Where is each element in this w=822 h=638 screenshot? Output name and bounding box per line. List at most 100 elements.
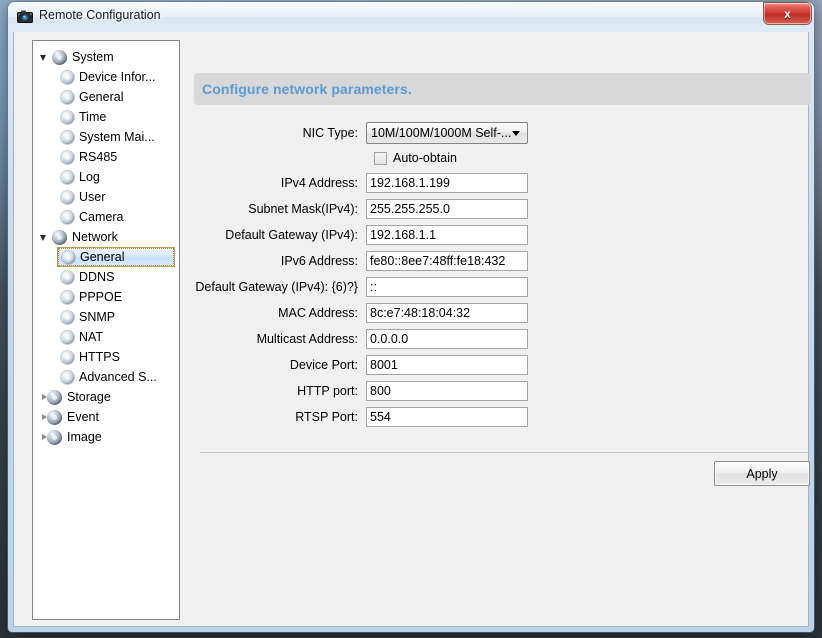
field-row-mac-address: MAC Address: 8c:e7:48:18:04:32 — [194, 300, 811, 326]
sphere-icon — [52, 49, 67, 65]
field-row-rtsp-port: RTSP Port: 554 — [194, 404, 811, 430]
chevron-down-icon — [512, 130, 520, 136]
gear-small-icon — [61, 370, 74, 384]
apply-button[interactable]: Apply — [714, 461, 810, 486]
page-title: Configure network parameters. — [202, 81, 412, 97]
sidebar-item-general[interactable]: General — [33, 87, 179, 107]
expander-open-icon[interactable] — [39, 51, 51, 63]
field-label-ipv6-address: IPv6 Address: — [280, 254, 358, 268]
sidebar-item-label: Log — [79, 169, 100, 184]
sidebar-item-pppoe[interactable]: PPPOE — [33, 287, 179, 307]
field-label-default-gateway-ipv4: Default Gateway (IPv4): — [225, 228, 358, 242]
sidebar-item-time[interactable]: Time — [33, 107, 179, 127]
field-input-ipv6-address[interactable]: fe80::8ee7:48ff:fe18:432 — [366, 251, 528, 271]
sphere-icon — [52, 229, 67, 245]
field-input-rtsp-port[interactable]: 554 — [366, 407, 528, 427]
auto-obtain-row: Auto-obtain — [194, 146, 811, 170]
gear-small-icon — [62, 250, 75, 264]
field-input-device-port[interactable]: 8001 — [366, 355, 528, 375]
field-label-ipv4-address: IPv4 Address: — [280, 176, 358, 190]
field-input-mac-address[interactable]: 8c:e7:48:18:04:32 — [366, 303, 528, 323]
sidebar-item-user[interactable]: User — [33, 187, 179, 207]
sidebar-item-log[interactable]: Log — [33, 167, 179, 187]
gear-small-icon — [61, 350, 74, 364]
field-input-multicast-address[interactable]: 0.0.0.0 — [366, 329, 528, 349]
field-row-default-gateway-ipv4-6: Default Gateway (IPv4): {6)?}:: — [194, 274, 811, 300]
field-list: IPv4 Address: 192.168.1.199 Subnet Mask(IP… — [194, 170, 811, 430]
sidebar-item-camera[interactable]: Camera — [33, 207, 179, 227]
sidebar-item-label: NAT — [79, 329, 104, 344]
sidebar-item-label: Event — [67, 409, 99, 424]
navigation-tree[interactable]: System Device Infor... General Time System M… — [32, 40, 180, 620]
gear-small-icon — [61, 70, 74, 84]
gear-small-icon — [61, 130, 74, 144]
field-input-ipv4-address[interactable]: 192.168.1.199 — [366, 173, 528, 193]
field-label-multicast-address: Multicast Address: — [256, 332, 358, 346]
sidebar-item-label: DDNS — [79, 269, 115, 284]
sidebar-item-label: General — [80, 249, 125, 264]
sidebar-item-label: PPPOE — [79, 289, 123, 304]
field-label-device-port: Device Port: — [289, 358, 358, 372]
sidebar-item-label: Camera — [79, 209, 124, 224]
field-row-ipv6-address: IPv6 Address: fe80::8ee7:48ff:fe18:432 — [194, 248, 811, 274]
sidebar-item-nat[interactable]: NAT — [33, 327, 179, 347]
sidebar-item-label: General — [79, 89, 124, 104]
sidebar-item-label: Time — [79, 109, 107, 124]
sidebar-item-device-infor[interactable]: Device Infor... — [33, 67, 179, 87]
gear-small-icon — [61, 110, 74, 124]
field-row-http-port: HTTP port: 800 — [194, 378, 811, 404]
sidebar-item-ddns[interactable]: DDNS — [33, 267, 179, 287]
field-input-default-gateway-ipv4[interactable]: 192.168.1.1 — [366, 225, 528, 245]
field-label-default-gateway-ipv4-6: Default Gateway (IPv4): {6)?} — [195, 280, 358, 294]
sidebar-item-label: HTTPS — [79, 349, 120, 364]
network-settings-form: NIC Type: 10M/100M/1000M Self-... Auto-o… — [194, 120, 811, 430]
sidebar-item-label: Network — [72, 229, 118, 244]
field-input-subnet-mask-ipv4[interactable]: 255.255.255.0 — [366, 199, 528, 219]
sidebar-item-network[interactable]: Network — [33, 227, 179, 247]
field-row-device-port: Device Port: 8001 — [194, 352, 811, 378]
gear-small-icon — [61, 170, 74, 184]
sphere-icon — [47, 409, 62, 425]
sidebar-item-label: RS485 — [79, 149, 118, 164]
field-row-default-gateway-ipv4: Default Gateway (IPv4): 192.168.1.1 — [194, 222, 811, 248]
sidebar-item-event[interactable]: Event — [33, 407, 179, 427]
sidebar-item-advanced-s[interactable]: Advanced S... — [33, 367, 179, 387]
sphere-icon — [47, 389, 62, 405]
sidebar-item-snmp[interactable]: SNMP — [33, 307, 179, 327]
sidebar-item-label: System Mai... — [79, 129, 155, 144]
desktop-background: Remote Configuration x System Device Info… — [0, 0, 822, 638]
nic-type-row: NIC Type: 10M/100M/1000M Self-... — [194, 120, 811, 146]
gear-small-icon — [61, 90, 74, 104]
gear-small-icon — [61, 270, 74, 284]
close-icon: x — [784, 6, 791, 21]
nic-type-select[interactable]: 10M/100M/1000M Self-... — [366, 122, 528, 144]
sidebar-item-general[interactable]: General — [57, 247, 175, 267]
auto-obtain-checkbox[interactable] — [374, 151, 387, 165]
sidebar-item-rs485[interactable]: RS485 — [33, 147, 179, 167]
field-label-subnet-mask-ipv4: Subnet Mask(IPv4): — [248, 202, 358, 216]
camera-icon — [17, 10, 33, 23]
sidebar-item-system-mai[interactable]: System Mai... — [33, 127, 179, 147]
field-input-http-port[interactable]: 800 — [366, 381, 528, 401]
sidebar-item-image[interactable]: Image — [33, 427, 179, 447]
field-label-http-port: HTTP port: — [297, 384, 358, 398]
sidebar-item-https[interactable]: HTTPS — [33, 347, 179, 367]
sphere-icon — [47, 429, 62, 445]
window-client-area: System Device Infor... General Time System M… — [13, 32, 811, 627]
field-input-default-gateway-ipv4-6[interactable]: :: — [366, 277, 528, 297]
section-header: Configure network parameters. — [194, 73, 811, 105]
field-label-rtsp-port: RTSP Port: — [295, 410, 358, 424]
gear-small-icon — [61, 210, 74, 224]
expander-open-icon[interactable] — [39, 231, 51, 243]
nic-type-value: 10M/100M/1000M Self-... — [371, 126, 512, 140]
sidebar-item-system[interactable]: System — [33, 47, 179, 67]
gear-small-icon — [61, 290, 74, 304]
sidebar-item-label: User — [79, 189, 106, 204]
nic-type-label: NIC Type: — [302, 126, 358, 140]
field-row-ipv4-address: IPv4 Address: 192.168.1.199 — [194, 170, 811, 196]
content-panel: Configure network parameters. NIC Type: … — [194, 40, 811, 620]
close-button[interactable]: x — [764, 3, 811, 24]
sidebar-item-label: System — [72, 49, 114, 64]
gear-small-icon — [61, 310, 74, 324]
sidebar-item-storage[interactable]: Storage — [33, 387, 179, 407]
